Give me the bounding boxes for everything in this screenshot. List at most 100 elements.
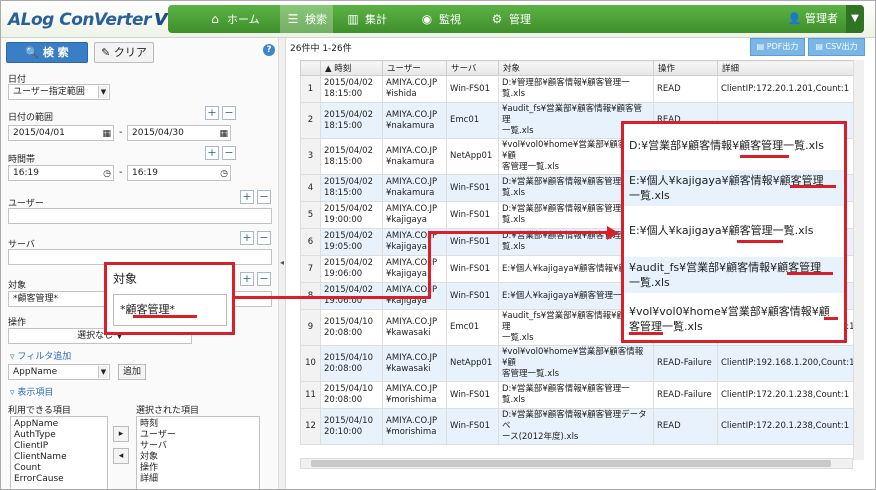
- table-row[interactable]: 10 2015/04/10 20:08:00 AMIYA.CO.JP ¥kawasaki…: [300, 345, 854, 382]
- cell-time: 2015/04/10 20:08:00: [320, 381, 383, 409]
- col-header-detail[interactable]: 詳細: [717, 60, 854, 76]
- nav-aggregate[interactable]: ▥ 集計: [346, 5, 387, 33]
- list-item[interactable]: AuthType: [14, 430, 104, 441]
- server-add-button[interactable]: +: [240, 231, 254, 245]
- search-icon: 🔍: [25, 46, 43, 59]
- list-item[interactable]: 対象: [140, 452, 256, 463]
- cell-time: 2015/04/02 19:05:00: [320, 228, 383, 256]
- cell-target: D:¥営業部¥顧客情報¥顧客管理一覧.xls: [498, 381, 654, 409]
- list-item[interactable]: 詳細: [140, 474, 256, 485]
- row-number: 4: [300, 174, 321, 202]
- display-items-link[interactable]: ▿ 表示項目: [10, 385, 53, 398]
- user-menu[interactable]: 👤 管理者: [788, 5, 838, 33]
- row-number: 6: [300, 228, 321, 256]
- list-item[interactable]: 時刻: [140, 419, 256, 430]
- date-add-button[interactable]: +: [205, 106, 219, 120]
- available-items-list[interactable]: AppName AuthType ClientIP ClientName Cou…: [10, 416, 108, 490]
- col-header-num: [300, 60, 321, 76]
- user-remove-button[interactable]: −: [257, 190, 271, 204]
- panel-splitter[interactable]: ◂: [278, 38, 286, 490]
- target-remove-button[interactable]: −: [257, 272, 271, 286]
- col-header-server[interactable]: サーバ: [446, 60, 499, 76]
- table-row[interactable]: 11 2015/04/10 20:08:00 AMIYA.CO.JP ¥morishim…: [300, 381, 854, 409]
- time-from-input[interactable]: 16:19 ◷: [8, 165, 114, 181]
- available-items-label: 利用できる項目: [8, 406, 71, 416]
- callout-line: E:¥個人¥kajigaya¥顧客情報¥顧客管理 一覧.xls: [624, 170, 844, 206]
- app-header: ALog ConVerterv7 ⌂ホーム ☰検索 ▥集計 ◉監視 ⚙管理 👤 …: [0, 0, 876, 38]
- list-item[interactable]: ErrorCause: [14, 474, 104, 485]
- vertical-scrollbar[interactable]: [853, 60, 864, 460]
- list-item[interactable]: ユーザー: [140, 430, 256, 441]
- list-item[interactable]: Count: [14, 463, 104, 474]
- date-to-input[interactable]: 2015/04/30 ▦: [127, 125, 231, 141]
- csv-export-button[interactable]: ▤ CSV出力: [808, 38, 865, 56]
- cell-time: 2015/04/10 20:08:00: [320, 309, 383, 346]
- row-number: 5: [300, 201, 321, 229]
- search-list-icon: ☰: [287, 12, 299, 26]
- date-remove-button[interactable]: −: [222, 106, 236, 120]
- list-item[interactable]: ClientName: [14, 452, 104, 463]
- search-button[interactable]: 🔍 検 索: [6, 42, 88, 63]
- col-header-target[interactable]: 対象: [498, 60, 654, 76]
- move-left-button[interactable]: ◂: [113, 448, 129, 464]
- nav-home[interactable]: ⌂ ホーム: [208, 5, 259, 33]
- time-label: 時間帯: [8, 155, 36, 165]
- date-from-input[interactable]: 2015/04/01 ▦: [8, 125, 114, 141]
- calendar-icon: ▦: [219, 129, 228, 139]
- col-header-operation[interactable]: 操作: [653, 60, 718, 76]
- cell-user: AMIYA.CO.JP ¥nakamura: [382, 102, 447, 139]
- move-right-button[interactable]: ▸: [113, 426, 129, 442]
- date-range-label: 日付の範囲: [8, 113, 54, 123]
- clear-button[interactable]: ✎ クリア: [94, 42, 154, 63]
- scroll-thumb[interactable]: [311, 460, 831, 467]
- col-header-time[interactable]: ▲ 時刻: [320, 60, 383, 76]
- user-input[interactable]: [8, 208, 272, 224]
- time-to-input[interactable]: 16:19 ◷: [127, 165, 231, 181]
- time-add-button[interactable]: +: [205, 146, 219, 160]
- server-remove-button[interactable]: −: [257, 231, 271, 245]
- dropdown-arrow-icon: ▼: [98, 86, 108, 98]
- cell-operation: READ-Failure: [653, 345, 718, 382]
- cell-server: NetApp01: [446, 138, 499, 175]
- cell-target: D:¥管理部¥顧客情報¥顧客管理一覧.xls: [498, 75, 654, 103]
- time-dash: -: [119, 167, 123, 178]
- target-add-button[interactable]: +: [240, 272, 254, 286]
- filter-add-link[interactable]: ▿ フィルタ追加: [10, 349, 71, 362]
- nav-admin[interactable]: ⚙ 管理: [490, 5, 531, 33]
- cell-target: D:¥営業部¥顧客情報¥顧客管理データベ ース(2012年度).xls: [498, 408, 654, 445]
- filter-field-select[interactable]: AppName ▼: [8, 364, 110, 380]
- cell-user: AMIYA.CO.JP ¥kawasaki: [382, 345, 447, 382]
- cell-time: 2015/04/10 20:10:00: [320, 408, 383, 445]
- table-row[interactable]: 12 2015/04/10 20:10:00 AMIYA.CO.JP ¥morishim…: [300, 408, 854, 445]
- nav-monitor[interactable]: ◉ 監視: [420, 5, 461, 33]
- horizontal-scrollbar[interactable]: [300, 458, 853, 469]
- nav-search[interactable]: ☰ 検索: [280, 5, 333, 33]
- row-number: 9: [300, 309, 321, 346]
- calendar-icon: ▦: [102, 129, 111, 139]
- list-item[interactable]: サーバ: [140, 441, 256, 452]
- home-icon: ⌂: [211, 12, 219, 26]
- pdf-export-button[interactable]: ▤ PDF出力: [750, 38, 805, 56]
- user-add-button[interactable]: +: [240, 190, 254, 204]
- chevron-down-icon[interactable]: ▼: [846, 5, 864, 33]
- callout-line: E:¥個人¥kajigaya¥顧客管理一覧.xls: [629, 224, 814, 237]
- cell-user: AMIYA.CO.JP ¥nakamura: [382, 174, 447, 202]
- underline-mark: [755, 155, 789, 158]
- collapse-handle-icon[interactable]: ◂: [280, 258, 284, 267]
- list-item[interactable]: AppName: [14, 419, 104, 430]
- cell-user: AMIYA.CO.JP ¥morishima: [382, 408, 447, 445]
- help-icon[interactable]: ?: [263, 44, 275, 56]
- time-remove-button[interactable]: −: [222, 146, 236, 160]
- selected-items-list[interactable]: 時刻 ユーザー サーバ 対象 操作 詳細: [136, 416, 260, 490]
- table-row[interactable]: 1 2015/04/02 18:15:00 AMIYA.CO.JP ¥ishida Win…: [300, 75, 854, 103]
- cell-server: Win-FS01: [446, 408, 499, 445]
- underline-mark: [790, 185, 836, 188]
- cell-time: 2015/04/02 19:00:00: [320, 201, 383, 229]
- row-number: 2: [300, 102, 321, 139]
- filter-add-button[interactable]: 追加: [118, 364, 146, 380]
- date-mode-select[interactable]: ユーザー指定範囲 ▼: [8, 84, 110, 100]
- list-item[interactable]: ClientIP: [14, 441, 104, 452]
- col-header-user[interactable]: ユーザー: [382, 60, 447, 76]
- callout-title: 対象: [113, 272, 138, 286]
- list-item[interactable]: 操作: [140, 463, 256, 474]
